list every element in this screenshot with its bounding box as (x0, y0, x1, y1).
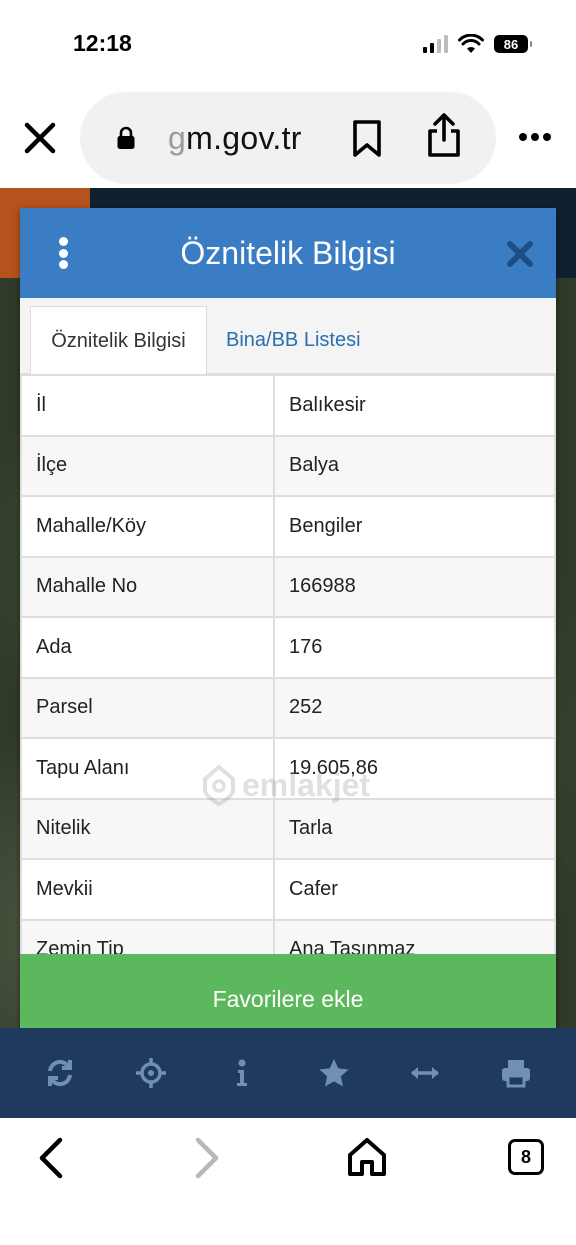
row-label: Mahalle/Köy (20, 495, 275, 558)
attribute-panel: Öznitelik Bilgisi Öznitelik Bilgisi Bina… (20, 208, 556, 1044)
info-icon[interactable] (225, 1056, 259, 1090)
browser-bar: gm.gov.tr (0, 92, 576, 188)
wifi-icon (458, 34, 484, 53)
table-row: İlçe Balya (20, 434, 556, 497)
row-value: 176 (273, 616, 556, 679)
row-value: Tarla (273, 797, 556, 860)
house-pin-icon (203, 764, 235, 806)
locate-icon[interactable] (134, 1056, 168, 1090)
url-text-main: m.gov.tr (186, 120, 302, 156)
row-value: Balıkesir (273, 374, 556, 437)
row-value: Bengiler (273, 495, 556, 558)
battery-icon: 86 (494, 35, 532, 53)
panel-header: Öznitelik Bilgisi (20, 208, 556, 298)
star-icon[interactable] (317, 1056, 351, 1090)
table-row: İl Balıkesir (20, 374, 556, 437)
table-row: Zemin Tip Ana Taşınmaz (20, 918, 556, 954)
watermark-text: emlakjet (242, 766, 371, 803)
home-icon[interactable] (346, 1136, 388, 1178)
attribute-table-wrapper[interactable]: İl Balıkesir İlçe Balya Mahalle/Köy Bengile… (20, 374, 556, 954)
share-icon[interactable] (426, 112, 462, 158)
tab-attribute-info[interactable]: Öznitelik Bilgisi (30, 306, 207, 375)
url-text-faded: g (168, 120, 187, 156)
print-icon[interactable] (499, 1056, 533, 1090)
attribute-table: İl Balıkesir İlçe Balya Mahalle/Köy Bengile… (20, 374, 556, 954)
row-label: İlçe (20, 434, 275, 497)
table-row: Mahalle/Köy Bengiler (20, 495, 556, 558)
back-icon[interactable] (34, 1136, 68, 1180)
status-icons: 86 (423, 34, 532, 54)
panel-tabs: Öznitelik Bilgisi Bina/BB Listesi (20, 298, 556, 375)
table-row: Nitelik Tarla (20, 797, 556, 860)
row-value: Cafer (273, 858, 556, 921)
table-row: Mahalle No 166988 (20, 555, 556, 618)
row-label: İl (20, 374, 275, 437)
row-label: Zemin Tip (20, 918, 275, 954)
url-text: gm.gov.tr (168, 120, 302, 157)
row-value: 166988 (273, 555, 556, 618)
close-icon[interactable] (20, 118, 60, 158)
panel-title: Öznitelik Bilgisi (180, 235, 396, 271)
lock-icon (117, 126, 135, 149)
table-row: Ada 176 (20, 616, 556, 679)
measure-icon[interactable] (408, 1056, 442, 1090)
row-value: Ana Taşınmaz (273, 918, 556, 954)
tab-building-list[interactable]: Bina/BB Listesi (226, 306, 361, 374)
row-value: Balya (273, 434, 556, 497)
row-label: Nitelik (20, 797, 275, 860)
refresh-icon[interactable] (43, 1056, 77, 1090)
address-bar[interactable]: gm.gov.tr (80, 92, 496, 184)
more-icon[interactable] (518, 132, 552, 142)
table-row: Mevkii Cafer (20, 858, 556, 921)
row-label: Mevkii (20, 858, 275, 921)
bookmark-icon[interactable] (352, 120, 382, 158)
status-time: 12:18 (73, 30, 132, 56)
row-label: Ada (20, 616, 275, 679)
signal-icon (423, 35, 448, 53)
row-label: Parsel (20, 676, 275, 739)
panel-close-icon[interactable] (506, 240, 534, 268)
status-bar: 12:18 86 (0, 0, 576, 92)
browser-bottom-nav: 8 (0, 1118, 576, 1245)
tabs-count-button[interactable]: 8 (508, 1139, 544, 1175)
row-label: Mahalle No (20, 555, 275, 618)
table-row: Parsel 252 (20, 676, 556, 739)
forward-icon[interactable] (190, 1136, 224, 1180)
map-toolbar (0, 1028, 576, 1118)
watermark: emlakjet (202, 764, 370, 806)
row-value: 252 (273, 676, 556, 739)
